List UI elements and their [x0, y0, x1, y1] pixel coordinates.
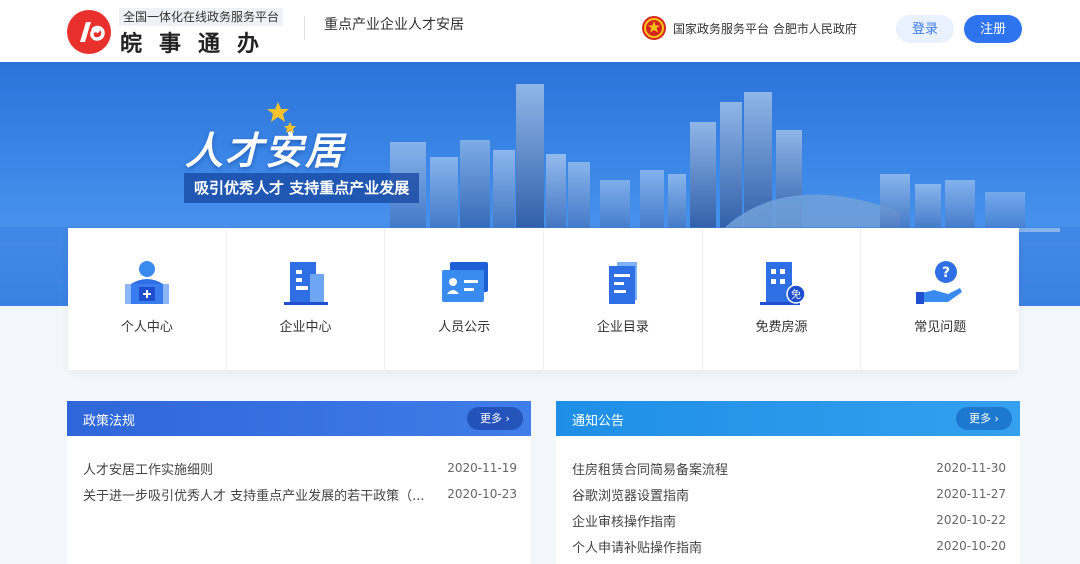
list-item[interactable]: 企业审核操作指南 2020-10-22: [572, 507, 1006, 533]
wanshitong-logo-icon[interactable]: [66, 9, 112, 55]
news-title[interactable]: 企业审核操作指南: [572, 511, 676, 530]
notice-more-button[interactable]: 更多 ›: [956, 407, 1012, 430]
personal-center-icon: [124, 261, 169, 304]
notice-panel-title: 通知公告: [572, 414, 625, 429]
list-item[interactable]: 谷歌浏览器设置指南 2020-11-27: [572, 481, 1006, 507]
nav-label: 免费房源: [755, 320, 808, 335]
enterprise-directory-icon: [608, 262, 637, 304]
news-title[interactable]: 谷歌浏览器设置指南: [572, 485, 689, 504]
news-date: 2020-11-30: [936, 461, 1006, 475]
quick-nav: 个人中心 企业中心 人员公示 企业目录 免 免费房源 ? 常见问题: [68, 228, 1019, 370]
nav-label: 个人中心: [120, 320, 173, 335]
news-date: 2020-10-23: [447, 487, 517, 501]
notice-panel-header: 通知公告 更多 ›: [556, 401, 1020, 436]
list-item[interactable]: 个人申请补贴操作指南 2020-10-20: [572, 533, 1006, 559]
notice-panel: 通知公告 更多 › 住房租赁合同简易备案流程 2020-11-30 谷歌浏览器设…: [556, 401, 1020, 564]
list-item[interactable]: 住房租赁合同简易备案流程 2020-11-30: [572, 455, 1006, 481]
personnel-notice-icon: [442, 262, 489, 302]
policy-panel-title: 政策法规: [83, 414, 136, 429]
nav-label: 企业中心: [279, 320, 332, 335]
list-item[interactable]: 关于进一步吸引优秀人才 支持重点产业发展的若干政策（... 2020-10-23: [83, 481, 517, 507]
nav-label: 人员公示: [438, 320, 491, 335]
news-date: 2020-11-19: [447, 461, 517, 475]
nav-label: 企业目录: [596, 320, 649, 335]
svg-text:免: 免: [791, 288, 801, 301]
nav-personnel-notice[interactable]: 人员公示: [385, 228, 545, 370]
policy-panel-header: 政策法规 更多 ›: [67, 401, 531, 436]
news-date: 2020-11-27: [936, 487, 1006, 501]
banner-slogan: 吸引优秀人才 支持重点产业发展: [184, 173, 420, 203]
nav-faq[interactable]: ? 常见问题: [861, 228, 1019, 370]
national-emblem-icon: [642, 16, 666, 40]
enterprise-center-icon: [283, 262, 328, 305]
news-title[interactable]: 住房租赁合同简易备案流程: [572, 459, 728, 478]
svg-text:?: ?: [942, 265, 950, 281]
login-button[interactable]: 登录: [896, 15, 954, 43]
top-header: 全国一体化在线政务服务平台 皖事通办 重点产业企业人才安居 国家政务服务平台 合…: [0, 0, 1080, 62]
gov-links[interactable]: 国家政务服务平台 合肥市人民政府: [673, 20, 857, 37]
policy-list: 人才安居工作实施细则 2020-11-19 关于进一步吸引优秀人才 支持重点产业…: [83, 455, 517, 507]
platform-name[interactable]: 皖事通办: [120, 26, 276, 58]
header-divider: [304, 16, 305, 40]
nav-free-housing[interactable]: 免 免费房源: [703, 228, 862, 370]
free-housing-icon: 免: [759, 262, 806, 305]
nav-personal-center[interactable]: 个人中心: [68, 228, 227, 370]
news-title[interactable]: 关于进一步吸引优秀人才 支持重点产业发展的若干政策（...: [83, 485, 425, 504]
nav-enterprise-center[interactable]: 企业中心: [227, 228, 386, 370]
faq-icon: ?: [916, 261, 963, 304]
news-title[interactable]: 个人申请补贴操作指南: [572, 537, 702, 556]
policy-panel: 政策法规 更多 › 人才安居工作实施细则 2020-11-19 关于进一步吸引优…: [67, 401, 531, 564]
list-item[interactable]: 人才安居工作实施细则 2020-11-19: [83, 455, 517, 481]
nav-enterprise-directory[interactable]: 企业目录: [544, 228, 703, 370]
nav-label: 常见问题: [914, 320, 967, 335]
news-title[interactable]: 人才安居工作实施细则: [83, 459, 213, 478]
notice-list: 住房租赁合同简易备案流程 2020-11-30 谷歌浏览器设置指南 2020-1…: [572, 455, 1006, 559]
policy-more-button[interactable]: 更多 ›: [467, 407, 523, 430]
news-date: 2020-10-20: [936, 539, 1006, 553]
site-title: 重点产业企业人才安居: [324, 17, 464, 33]
banner-title: 人才安居: [185, 129, 346, 173]
register-button[interactable]: 注册: [964, 15, 1022, 43]
platform-subtitle: 全国一体化在线政务服务平台: [119, 8, 284, 26]
news-date: 2020-10-22: [936, 513, 1006, 527]
